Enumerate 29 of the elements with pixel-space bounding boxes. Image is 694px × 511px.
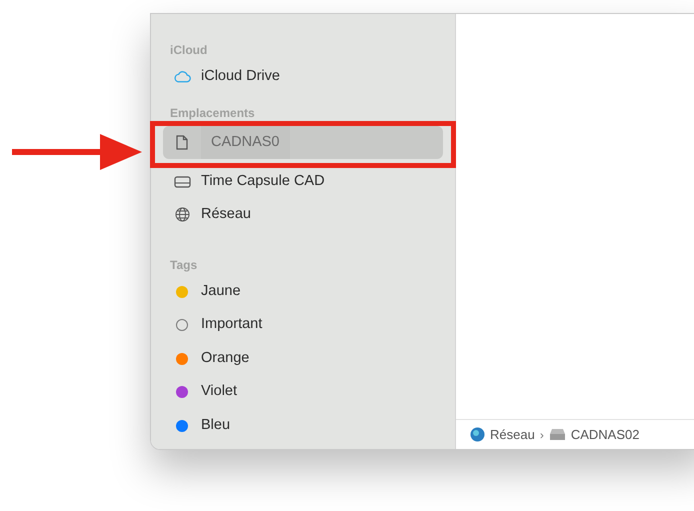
sidebar-item[interactable]: Bleu	[163, 409, 443, 442]
sidebar-item[interactable]: Réseau	[163, 198, 443, 231]
item-label: Bleu	[201, 416, 230, 435]
path-item[interactable]: Réseau	[490, 424, 535, 444]
globe-icon	[174, 207, 190, 222]
item-label: Orange	[201, 348, 250, 368]
item-label: Réseau	[201, 204, 251, 224]
document-icon	[176, 135, 188, 150]
path-separator: ›	[540, 426, 544, 444]
item-label: iCloud Drive	[201, 66, 280, 86]
sidebar-item[interactable]: Jaune	[163, 275, 443, 308]
path-item[interactable]: CADNAS02	[570, 424, 640, 444]
item-label: CADNAS0	[201, 126, 290, 160]
item-label: Jaune	[201, 282, 241, 301]
section-header: Tags	[169, 257, 198, 274]
item-label: Important	[201, 315, 262, 334]
item-label: Time Capsule CAD	[201, 172, 325, 191]
section-header: Emplacements	[169, 105, 256, 122]
section-header: iCloud	[169, 42, 208, 59]
sidebar-item[interactable]: Orange	[163, 342, 443, 376]
server-icon	[548, 428, 566, 441]
drive-icon	[174, 176, 190, 188]
sidebar-item[interactable]: Time Capsule CAD	[163, 165, 443, 198]
sidebar-item[interactable]: iCloud Drive	[163, 60, 443, 93]
cloud-icon	[173, 70, 191, 83]
sidebar-item[interactable]: Violet	[163, 376, 443, 409]
item-label: Violet	[201, 382, 238, 402]
sidebar-item[interactable]: Important	[163, 308, 443, 342]
globe-icon	[470, 427, 485, 442]
